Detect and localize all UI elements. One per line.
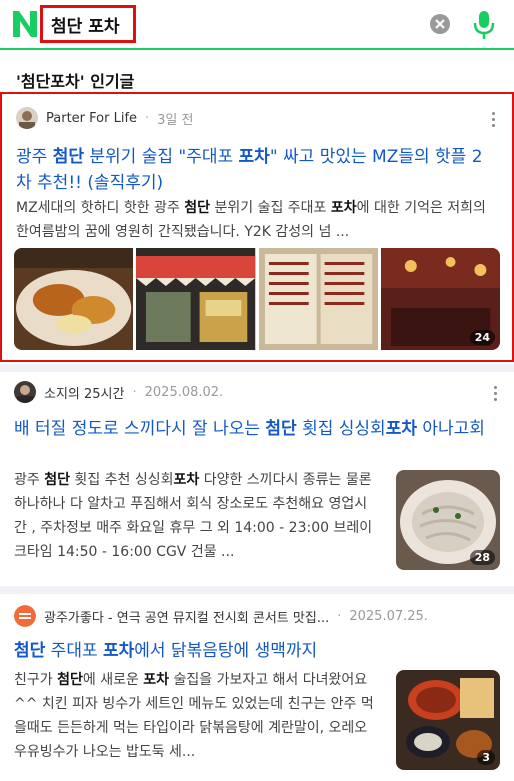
post-description: 광주 첨단 횟집 추천 싱싱회포차 다양한 스끼다시 종류는 물론 하나하나 다… xyxy=(14,472,373,560)
close-icon xyxy=(435,19,445,29)
post-date: 3일 전 xyxy=(157,112,194,128)
post-card-2[interactable]: 소지의 25시간 · 2025.08.02. 배 터질 정도로 스끼다시 잘 나… xyxy=(0,372,514,586)
section-title: '첨단포차' 인기글 xyxy=(16,72,135,91)
post-card-1[interactable]: Parter For Life · 3일 전 광주 첨단 분위기 술집 "주대포… xyxy=(0,92,514,362)
post-date: 2025.07.25. xyxy=(349,608,428,624)
post-description: 친구가 첨단에 새로운 포차 술집을 가보자고 해서 다녀왔어요^^ 치킨 피자… xyxy=(14,672,374,760)
author-name[interactable]: 광주가좋다 - 연극 공연 뮤지컬 전시회 콘서트 맛집... xyxy=(44,607,329,626)
post-author-row: Parter For Life · 3일 전 xyxy=(16,106,193,130)
search-bar: 첨단 포차 xyxy=(0,0,514,50)
section-divider xyxy=(0,586,514,594)
menu-board-photo[interactable] xyxy=(258,248,378,350)
section-divider xyxy=(0,364,514,372)
post-title[interactable]: 광주 첨단 분위기 술집 "주대포 포차" 싸고 맛있는 MZ들의 핫플 2차 … xyxy=(16,144,496,196)
clear-search-button[interactable] xyxy=(430,14,450,34)
storefront-photo[interactable] xyxy=(136,248,256,350)
microphone-icon[interactable] xyxy=(470,8,498,42)
image-count-badge: 3 xyxy=(477,750,495,765)
search-input[interactable]: 첨단 포차 xyxy=(40,5,136,43)
separator-dot: · xyxy=(337,608,342,624)
food-photo[interactable] xyxy=(14,248,134,350)
post-author-row: 소지의 25시간 · 2025.08.02. xyxy=(14,380,223,404)
separator-dot: · xyxy=(145,110,150,126)
sashimi-photo[interactable]: 28 xyxy=(396,470,500,570)
image-count-badge: 28 xyxy=(469,550,495,565)
avatar[interactable] xyxy=(14,381,36,403)
naver-logo-icon[interactable] xyxy=(12,8,38,40)
post-date: 2025.08.02. xyxy=(144,384,224,400)
author-name[interactable]: 소지의 25시간 xyxy=(44,383,124,402)
post-card-3[interactable]: 광주가좋다 - 연극 공연 뮤지컬 전시회 콘서트 맛집... · 2025.0… xyxy=(0,594,514,781)
more-options-icon[interactable] xyxy=(486,109,500,129)
post-title[interactable]: 배 터질 정도로 스끼다시 잘 나오는 첨단 횟집 싱싱회포차 아나고회 xyxy=(14,416,494,442)
post-title[interactable]: 첨단 주대포 포차에서 닭볶음탕에 생맥까지 xyxy=(14,638,494,664)
author-name[interactable]: Parter For Life xyxy=(46,111,137,126)
interior-photo[interactable]: 24 xyxy=(380,248,500,350)
post-author-row: 광주가좋다 - 연극 공연 뮤지컬 전시회 콘서트 맛집... · 2025.0… xyxy=(14,604,428,628)
search-query: 첨단 포차 xyxy=(51,16,120,37)
avatar[interactable] xyxy=(16,107,38,129)
avatar[interactable] xyxy=(14,605,36,627)
image-strip[interactable]: 24 xyxy=(14,248,500,350)
separator-dot: · xyxy=(132,384,137,400)
post-description: MZ세대의 핫하디 핫한 광주 첨단 분위기 술집 주대포 포차에 대한 기억은… xyxy=(16,200,486,240)
image-count-badge: 24 xyxy=(469,330,495,345)
more-options-icon[interactable] xyxy=(488,383,502,403)
food-table-photo[interactable]: 3 xyxy=(396,670,500,770)
